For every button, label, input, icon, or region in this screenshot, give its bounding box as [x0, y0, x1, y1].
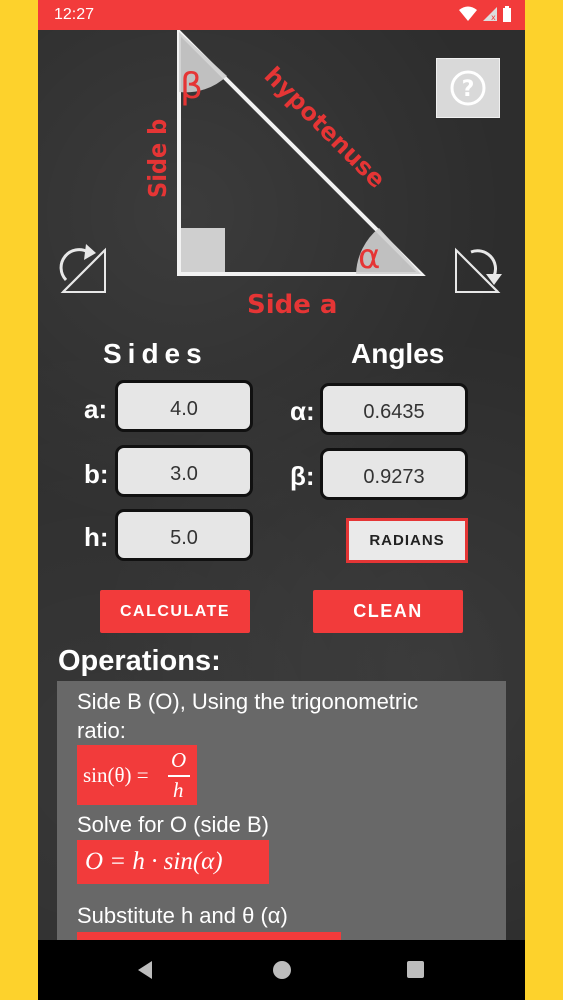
- angles-heading: Angles: [351, 338, 445, 369]
- formula-sine-ratio: sin(θ) = O h: [77, 745, 197, 805]
- side-a-field-label: a:: [84, 394, 108, 424]
- signal-icon: x: [483, 7, 497, 22]
- home-icon[interactable]: [271, 959, 293, 981]
- status-time: 12:27: [54, 6, 95, 23]
- operations-heading: Operations:: [58, 645, 221, 677]
- chalkboard-area: β α Side b hypotenuse Side a ? Sides Ang…: [38, 30, 525, 972]
- calculate-button[interactable]: CALCULATE: [100, 590, 250, 633]
- formula1-lhs: sin(θ) =: [83, 763, 149, 787]
- operations-panel: Side B (O), Using the trigonometric rati…: [57, 681, 506, 972]
- step1-line1: Side B (O), Using the trigonometric: [77, 689, 419, 714]
- help-button[interactable]: ?: [436, 58, 500, 118]
- side-b-input[interactable]: 3.0: [115, 445, 253, 497]
- phone-screen: 12:27 x β α Side b hypotenuse Side a ? S…: [38, 0, 525, 1000]
- fraction-bar: [168, 775, 190, 777]
- question-circle-icon: ?: [450, 70, 486, 106]
- alpha-field-label: α:: [290, 396, 315, 426]
- side-h-field-label: h:: [84, 522, 109, 552]
- sides-heading: Sides: [103, 338, 208, 369]
- step2-text: Solve for O (side B): [77, 812, 269, 837]
- navigation-bar: [38, 940, 525, 1000]
- formula-solve-o: O = h · sin(α): [77, 840, 269, 884]
- angle-unit-button[interactable]: RADIANS: [346, 518, 468, 563]
- step1-line2: ratio:: [77, 718, 126, 743]
- svg-text:x: x: [491, 13, 496, 22]
- side-b-field-label: b:: [84, 459, 109, 489]
- clean-button[interactable]: CLEAN: [313, 590, 463, 633]
- side-h-input[interactable]: 5.0: [115, 509, 253, 561]
- formula1-numerator: O: [171, 748, 187, 772]
- beta-field-label: β:: [290, 461, 315, 491]
- step3-text: Substitute h and θ (α): [77, 903, 288, 928]
- svg-text:?: ?: [462, 77, 475, 102]
- rotate-right-icon[interactable]: [455, 247, 502, 293]
- status-icons: x: [459, 6, 511, 22]
- status-bar: 12:27 x: [38, 0, 525, 30]
- alpha-label: α: [358, 237, 380, 277]
- rotate-left-icon[interactable]: [59, 244, 106, 293]
- battery-icon: [503, 6, 511, 22]
- right-angle-marker: [181, 228, 225, 272]
- back-icon[interactable]: [136, 959, 156, 981]
- alpha-input[interactable]: 0.6435: [320, 383, 468, 435]
- beta-input[interactable]: 0.9273: [320, 448, 468, 500]
- side-b-label: Side b: [143, 119, 172, 198]
- recents-icon[interactable]: [406, 960, 426, 980]
- hypotenuse-label: hypotenuse: [259, 61, 391, 193]
- side-a-input[interactable]: 4.0: [115, 380, 253, 432]
- formula1-denominator: h: [173, 778, 184, 802]
- beta-label: β: [180, 66, 203, 107]
- side-a-label: Side a: [247, 290, 337, 320]
- wifi-icon: [459, 6, 477, 21]
